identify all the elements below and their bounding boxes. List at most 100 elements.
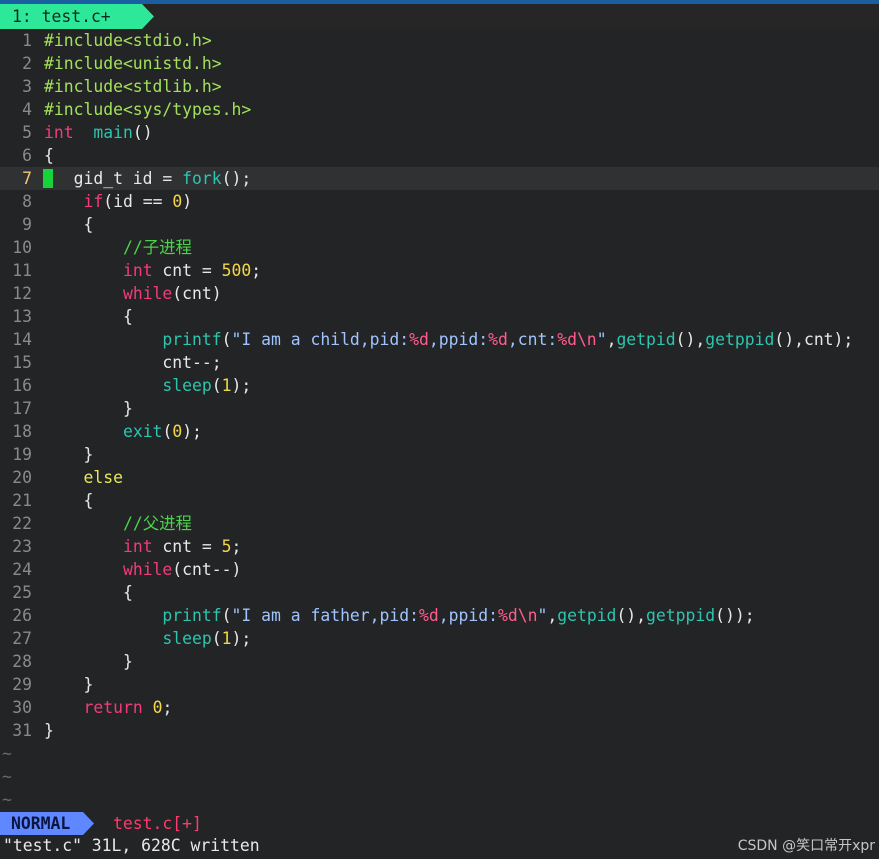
line-number: 9 (22, 215, 32, 234)
line-number: 24 (12, 560, 32, 579)
code-line[interactable]: 16 sleep(1); (0, 374, 879, 397)
code-token: (); (221, 169, 252, 188)
code-line[interactable]: 22 //父进程 (0, 512, 879, 535)
code-token: ) (182, 192, 193, 211)
code-line[interactable]: 14 printf("I am a child,pid:%d,ppid:%d,c… (0, 328, 879, 351)
code-token: //子进程 (122, 238, 192, 257)
code-line[interactable]: 10 //子进程 (0, 236, 879, 259)
code-text: } (44, 675, 93, 694)
code-token: %d (488, 330, 508, 349)
code-line[interactable]: 21 { (0, 489, 879, 512)
code-text: { (44, 307, 133, 326)
code-token: 0 (152, 698, 163, 717)
line-number: 2 (22, 54, 32, 73)
code-token: cnt--; (44, 353, 222, 372)
code-line[interactable]: 12 while(cnt) (0, 282, 879, 305)
code-text: { (44, 491, 93, 510)
code-token: { (44, 146, 54, 165)
code-line[interactable]: 6{ (0, 144, 879, 167)
code-token: (cnt) (172, 284, 222, 303)
line-number: 10 (12, 238, 32, 257)
code-line[interactable]: 1 #include<stdio.h> (0, 29, 879, 52)
code-line[interactable]: 19 } (0, 443, 879, 466)
code-text: printf("I am a child,pid:%d,ppid:%d,cnt:… (44, 330, 853, 349)
code-line[interactable]: 20 else (0, 466, 879, 489)
line-number: 19 (12, 445, 32, 464)
line-number: 16 (12, 376, 32, 395)
code-token: int (122, 537, 153, 556)
code-line[interactable]: 17 } (0, 397, 879, 420)
code-line[interactable]: 25 { (0, 581, 879, 604)
code-line[interactable]: 13 { (0, 305, 879, 328)
code-token: %d\n (497, 606, 538, 625)
code-token: } (44, 445, 94, 464)
code-line[interactable]: 3 #include<stdlib.h> (0, 75, 879, 98)
editor-buffer[interactable]: 1 #include<stdio.h> 2 #include<unistd.h> 3 #i… (0, 29, 879, 811)
code-token: exit (122, 422, 163, 441)
code-line[interactable]: 8 if(id == 0) (0, 190, 879, 213)
code-line[interactable]: 15 cnt--; (0, 351, 879, 374)
code-line[interactable]: 28 } (0, 650, 879, 673)
code-line[interactable]: 23 int cnt = 5; (0, 535, 879, 558)
line-number: 1 (22, 31, 32, 50)
code-line[interactable]: 24 while(cnt--) (0, 558, 879, 581)
code-text: { (44, 215, 93, 234)
code-line[interactable]: 27 sleep(1); (0, 627, 879, 650)
tab-test-c[interactable]: 1: test.c+ (0, 4, 154, 29)
code-token: ; (162, 698, 173, 717)
line-number: 13 (12, 307, 32, 326)
code-token: { (44, 215, 94, 234)
code-token: ; (231, 537, 242, 556)
code-line[interactable]: 11 int cnt = 500; (0, 259, 879, 282)
code-line[interactable]: 18 exit(0); (0, 420, 879, 443)
code-text: { (44, 583, 133, 602)
code-line[interactable]: 5 int main() (0, 121, 879, 144)
code-token: ( (221, 606, 232, 625)
code-text: gid_t id = fork(); (44, 169, 252, 188)
code-text: } (44, 721, 54, 740)
line-number: 8 (22, 192, 32, 211)
code-text: int main() (44, 123, 153, 142)
code-token: fork (182, 169, 222, 188)
code-token: (), (675, 330, 706, 349)
code-text: { (44, 146, 54, 165)
code-token: #include<stdlib.h> (44, 77, 222, 96)
code-token: } (44, 675, 94, 694)
code-line[interactable]: 29 } (0, 673, 879, 696)
line-number: 29 (12, 675, 32, 694)
code-token: "I am a father,pid: (231, 606, 420, 625)
command-line-message[interactable]: "test.c" 31L, 628C written (3, 835, 260, 857)
code-token: ( (211, 376, 222, 395)
code-line[interactable]: 31} (0, 719, 879, 742)
code-token: %d (409, 330, 429, 349)
empty-line-tilde: ~ (2, 744, 12, 763)
code-line[interactable]: 4 #include<sys/types.h> (0, 98, 879, 121)
line-number: 14 (12, 330, 32, 349)
code-token: { (44, 491, 94, 510)
code-token: #include<sys/types.h> (44, 100, 252, 119)
code-token: ); (231, 376, 262, 395)
code-token: , (547, 606, 558, 625)
code-token: { (44, 583, 133, 602)
code-token: sleep (162, 629, 212, 648)
code-line[interactable]: 7 gid_t id = fork(); (0, 167, 879, 190)
code-token: (id == (103, 192, 173, 211)
code-line[interactable]: 9 { (0, 213, 879, 236)
code-text: //父进程 (44, 514, 192, 533)
code-token: 1 (221, 376, 232, 395)
code-line[interactable]: 30 return 0; (0, 696, 879, 719)
code-token: ( (162, 422, 173, 441)
line-number: 26 (12, 606, 32, 625)
code-token: while (122, 284, 173, 303)
code-line[interactable]: 2 #include<unistd.h> (0, 52, 879, 75)
code-line[interactable]: 26 printf("I am a father,pid:%d,ppid:%d\… (0, 604, 879, 627)
code-text: } (44, 652, 133, 671)
